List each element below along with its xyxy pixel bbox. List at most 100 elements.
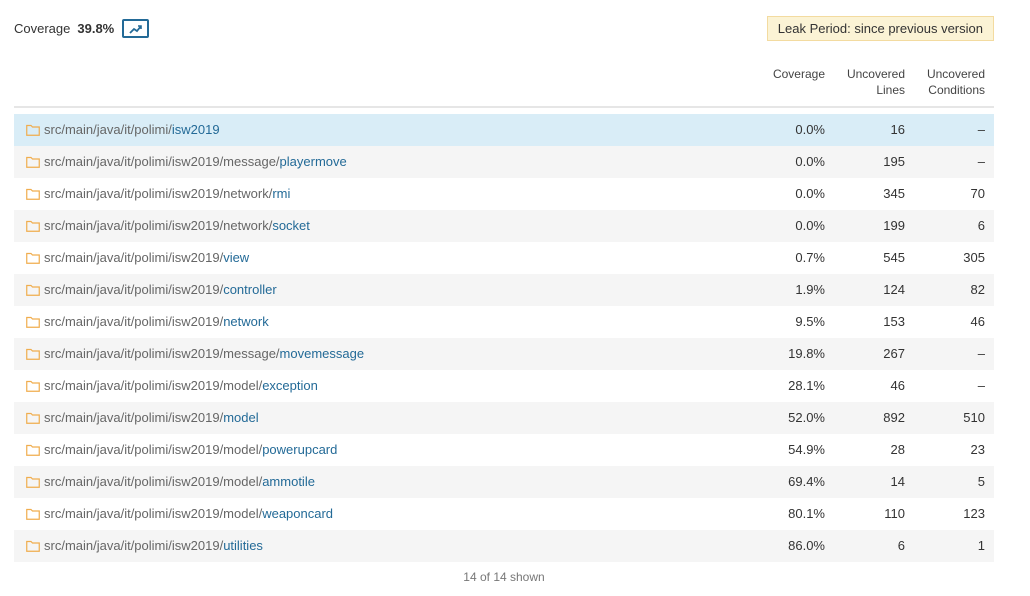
coverage-cell: 0.0%	[795, 122, 825, 137]
column-header-uncovered-conditions[interactable]: Uncovered Conditions	[905, 66, 985, 98]
folder-icon	[26, 412, 40, 424]
directory-path-prefix: src/main/java/it/polimi/isw2019/	[44, 410, 224, 425]
table-row[interactable]: src/main/java/it/polimi/isw2019/message/…	[14, 146, 994, 178]
coverage-cell: 80.1%	[788, 506, 825, 521]
uncovered-conditions-cell: 123	[963, 506, 985, 521]
directory-path-prefix: src/main/java/it/polimi/	[44, 122, 172, 137]
directory-path-prefix: src/main/java/it/polimi/isw2019/model/	[44, 442, 263, 457]
uncovered-lines-cell: 199	[883, 218, 905, 233]
uncovered-lines-cell: 124	[883, 282, 905, 297]
column-header-uncovered-lines-label-2: Lines	[876, 83, 905, 97]
uncovered-lines-cell: 16	[890, 122, 905, 137]
directory-path-prefix: src/main/java/it/polimi/isw2019/	[44, 250, 224, 265]
coverage-cell: 69.4%	[788, 474, 825, 489]
uncovered-lines-cell: 153	[883, 314, 905, 329]
table-row[interactable]: src/main/java/it/polimi/isw2019/controll…	[14, 274, 994, 306]
leak-period-badge: Leak Period: since previous version	[766, 16, 994, 41]
column-header-coverage[interactable]: Coverage	[745, 66, 825, 82]
directory-cell[interactable]: src/main/java/it/polimi/isw2019/network	[26, 306, 269, 338]
directory-cell[interactable]: src/main/java/it/polimi/isw2019/message/…	[26, 338, 364, 370]
table-row[interactable]: src/main/java/it/polimi/isw2019/utilitie…	[14, 530, 994, 562]
directory-name-link[interactable]: weaponcard	[262, 498, 333, 530]
directory-name-link[interactable]: rmi	[272, 178, 290, 210]
directory-name-link[interactable]: network	[223, 306, 269, 338]
directory-cell[interactable]: src/main/java/it/polimi/isw2019	[26, 114, 220, 146]
table-row[interactable]: src/main/java/it/polimi/isw2019/network/…	[14, 210, 994, 242]
folder-icon	[26, 124, 40, 136]
table-row[interactable]: src/main/java/it/polimi/isw2019/model/ex…	[14, 370, 994, 402]
uncovered-conditions-cell: 5	[977, 474, 985, 489]
directory-path-prefix: src/main/java/it/polimi/isw2019/model/	[44, 474, 263, 489]
table-row[interactable]: src/main/java/it/polimi/isw2019 0.0% 16 …	[14, 114, 994, 146]
directory-cell[interactable]: src/main/java/it/polimi/isw2019/network/…	[26, 210, 310, 242]
table-row[interactable]: src/main/java/it/polimi/isw2019/network/…	[14, 178, 994, 210]
uncovered-conditions-cell: 305	[963, 250, 985, 265]
folder-icon	[26, 220, 40, 232]
directory-name-link[interactable]: movemessage	[280, 338, 365, 370]
table-row[interactable]: src/main/java/it/polimi/isw2019/model/am…	[14, 466, 994, 498]
folder-icon	[26, 348, 40, 360]
folder-icon	[26, 476, 40, 488]
directory-name-link[interactable]: utilities	[223, 530, 263, 562]
column-header-uncovered-conditions-label-2: Conditions	[928, 83, 985, 97]
coverage-cell: 19.8%	[788, 346, 825, 361]
directory-cell[interactable]: src/main/java/it/polimi/isw2019/model/po…	[26, 434, 337, 466]
directory-cell[interactable]: src/main/java/it/polimi/isw2019/utilitie…	[26, 530, 263, 562]
coverage-cell: 52.0%	[788, 410, 825, 425]
directory-name-link[interactable]: model	[223, 402, 258, 434]
uncovered-conditions-cell: 1	[977, 538, 985, 553]
table-row[interactable]: src/main/java/it/polimi/isw2019/view 0.7…	[14, 242, 994, 274]
directory-name-link[interactable]: socket	[272, 210, 310, 242]
directory-path-prefix: src/main/java/it/polimi/isw2019/	[44, 282, 224, 297]
uncovered-conditions-cell: –	[977, 122, 985, 137]
uncovered-lines-cell: 14	[890, 474, 905, 489]
directory-path-prefix: src/main/java/it/polimi/isw2019/message/	[44, 346, 280, 361]
table-row[interactable]: src/main/java/it/polimi/isw2019/model 52…	[14, 402, 994, 434]
directory-name-link[interactable]: controller	[223, 274, 276, 306]
directory-name-link[interactable]: isw2019	[172, 114, 220, 146]
shown-count: 14 of 14 shown	[463, 570, 545, 584]
directory-path-prefix: src/main/java/it/polimi/isw2019/model/	[44, 378, 263, 393]
folder-icon	[26, 540, 40, 552]
column-header-coverage-label: Coverage	[772, 67, 825, 81]
directory-cell[interactable]: src/main/java/it/polimi/isw2019/view	[26, 242, 249, 274]
directory-cell[interactable]: src/main/java/it/polimi/isw2019/model	[26, 402, 259, 434]
directory-name-link[interactable]: ammotile	[262, 466, 315, 498]
uncovered-lines-cell: 345	[883, 186, 905, 201]
folder-icon	[26, 252, 40, 264]
directory-path-prefix: src/main/java/it/polimi/isw2019/model/	[44, 506, 263, 521]
table-row[interactable]: src/main/java/it/polimi/isw2019/message/…	[14, 338, 994, 370]
header: Coverage 39.8% Leak Period: since previo…	[14, 16, 994, 42]
trend-chart-icon	[129, 24, 142, 34]
directory-name-link[interactable]: view	[223, 242, 249, 274]
uncovered-conditions-cell: 510	[963, 410, 985, 425]
uncovered-conditions-cell: –	[977, 346, 985, 361]
uncovered-conditions-cell: 6	[977, 218, 985, 233]
coverage-cell: 1.9%	[795, 282, 825, 297]
uncovered-lines-cell: 6	[897, 538, 905, 553]
coverage-cell: 0.0%	[795, 154, 825, 169]
directory-path-prefix: src/main/java/it/polimi/isw2019/network/	[44, 186, 273, 201]
coverage-summary: Coverage 39.8%	[14, 19, 150, 38]
directory-name-link[interactable]: playermove	[280, 146, 347, 178]
directory-cell[interactable]: src/main/java/it/polimi/isw2019/model/am…	[26, 466, 315, 498]
coverage-cell: 0.0%	[795, 218, 825, 233]
uncovered-lines-cell: 46	[890, 378, 905, 393]
directory-cell[interactable]: src/main/java/it/polimi/isw2019/model/ex…	[26, 370, 318, 402]
folder-icon	[26, 188, 40, 200]
directory-cell[interactable]: src/main/java/it/polimi/isw2019/network/…	[26, 178, 290, 210]
coverage-cell: 0.0%	[795, 186, 825, 201]
directory-name-link[interactable]: exception	[262, 370, 318, 402]
table-row[interactable]: src/main/java/it/polimi/isw2019/model/po…	[14, 434, 994, 466]
column-header-uncovered-lines[interactable]: Uncovered Lines	[825, 66, 905, 98]
table-row[interactable]: src/main/java/it/polimi/isw2019/model/we…	[14, 498, 994, 530]
uncovered-conditions-cell: 46	[970, 314, 985, 329]
directory-cell[interactable]: src/main/java/it/polimi/isw2019/controll…	[26, 274, 277, 306]
directory-name-link[interactable]: powerupcard	[262, 434, 337, 466]
table-header: Coverage Uncovered Lines Uncovered Condi…	[14, 66, 994, 108]
coverage-table: Coverage Uncovered Lines Uncovered Condi…	[14, 66, 994, 562]
trend-button[interactable]	[122, 19, 150, 38]
table-row[interactable]: src/main/java/it/polimi/isw2019/network …	[14, 306, 994, 338]
directory-cell[interactable]: src/main/java/it/polimi/isw2019/model/we…	[26, 498, 333, 530]
directory-cell[interactable]: src/main/java/it/polimi/isw2019/message/…	[26, 146, 347, 178]
